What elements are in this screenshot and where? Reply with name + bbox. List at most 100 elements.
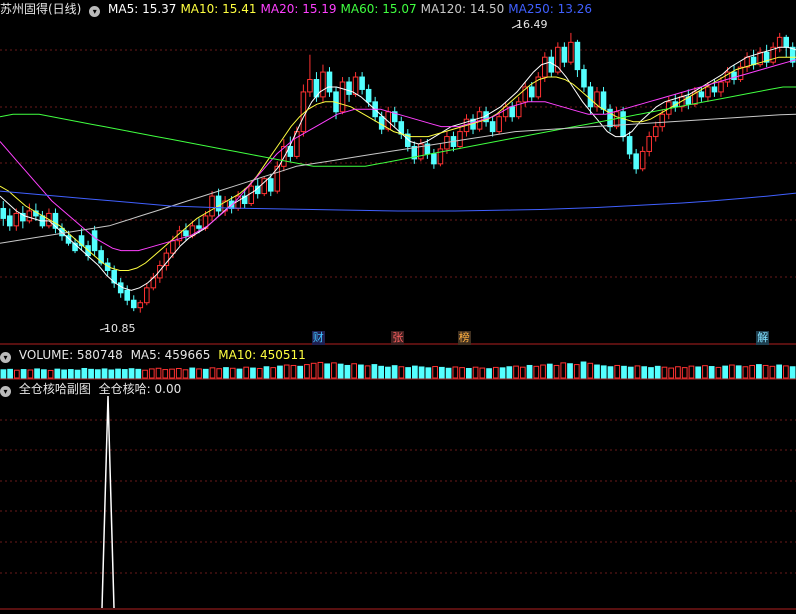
volume-bar [756, 364, 762, 379]
volume-bar [573, 364, 580, 379]
indicator-spike [101, 395, 115, 609]
volume-bar [121, 369, 128, 379]
candle-body [776, 36, 783, 48]
ma-label: MA60: 15.07 [340, 2, 417, 16]
candle-body [124, 289, 131, 301]
volume-bar [412, 365, 418, 379]
volume-bar [371, 364, 378, 379]
indicator-value: 全仓核哈: 0.00 [98, 382, 182, 396]
candle-body [215, 195, 222, 212]
event-marker[interactable]: 张 [391, 331, 405, 345]
volume-bar [297, 365, 304, 379]
volume-bar [600, 365, 607, 379]
volume-bar [256, 367, 263, 379]
ma-line-ma60 [0, 86, 796, 167]
volume-bar [344, 364, 351, 379]
volume-bar [364, 365, 371, 379]
volume-bar [290, 364, 297, 379]
candle-body [633, 153, 639, 170]
ma-label: MA250: 13.26 [508, 2, 592, 16]
volume-bar [148, 368, 155, 379]
volume-bar [513, 365, 519, 379]
candle-body [568, 41, 574, 63]
candle-body [13, 212, 20, 227]
candle-body [659, 113, 666, 128]
candle-body [731, 71, 737, 81]
volume-bar [155, 367, 162, 379]
volume-bar [223, 367, 229, 379]
indicator-settings-icon[interactable]: ▾ [0, 386, 11, 397]
volume-bar [492, 366, 499, 379]
ma-label: MA10: 15.41 [180, 2, 257, 16]
volume-bar [540, 364, 546, 379]
candle-body [600, 91, 607, 110]
ma-line-ma5 [0, 46, 796, 291]
ma-line-ma20 [0, 59, 796, 252]
candle-body [646, 136, 652, 152]
volume-ma10: MA10: 450511 [218, 348, 306, 362]
volume-bar [432, 366, 438, 379]
ma-settings-icon[interactable]: ▾ [89, 6, 101, 17]
volume-bar [378, 365, 384, 379]
volume-bar [101, 368, 108, 379]
ma-list: MA5: 15.37 MA10: 15.41 MA20: 15.19 MA60: 15… [108, 2, 596, 16]
event-marker[interactable]: 榜 [457, 331, 471, 345]
volume-bar [587, 362, 594, 379]
candle-body [267, 178, 274, 192]
volume-bar [425, 367, 432, 379]
volume-bar [81, 367, 88, 379]
candle-body [581, 69, 587, 88]
volume-bar [675, 366, 681, 379]
volume-bar [351, 363, 358, 379]
volume-bar [749, 364, 756, 379]
volume-bar [688, 365, 695, 379]
volume-bar [634, 365, 641, 379]
high-price-label: 16.49 [516, 18, 548, 31]
volume-bar [61, 369, 67, 379]
volume-bar [270, 367, 277, 379]
volume-bar [385, 366, 391, 379]
candle-body [639, 150, 646, 170]
candle-body [457, 131, 463, 147]
volume-bar [695, 366, 702, 379]
volume-bar [162, 369, 169, 379]
volume-bar [243, 366, 250, 379]
volume-bar [607, 366, 614, 379]
ma-line-ma120 [0, 113, 796, 244]
candle-body [496, 116, 502, 133]
volume-bar [54, 368, 61, 379]
candle-body [561, 46, 568, 63]
candle-body [339, 81, 346, 113]
volume-bar [452, 366, 459, 379]
volume-bar [789, 366, 796, 379]
volume-bar [27, 369, 34, 379]
volume-bar [14, 369, 20, 379]
volume-bar [277, 365, 283, 379]
ma-label: MA20: 15.19 [260, 2, 337, 16]
candle-body [183, 230, 189, 237]
candle-body [574, 41, 581, 71]
candle-body [489, 121, 496, 133]
price-header: 苏州固得(日线) ▾ MA5: 15.37 MA10: 15.41 MA20: 15… [0, 0, 600, 18]
volume-bar [729, 364, 735, 379]
candle-body [26, 210, 33, 222]
volume-bar [250, 367, 256, 379]
candle-body [431, 153, 437, 165]
volume-bar [358, 364, 364, 379]
candle-body [626, 136, 633, 155]
volume-bar [34, 368, 40, 379]
event-marker[interactable]: 财 [311, 331, 325, 345]
volume-bar [202, 368, 209, 379]
candle-body [7, 215, 13, 227]
volume-bar [283, 364, 290, 379]
volume-bar [40, 369, 47, 379]
candle-body [542, 56, 548, 78]
event-marker[interactable]: 解 [756, 331, 770, 345]
volume-bar [486, 368, 492, 379]
candle-body [157, 265, 163, 279]
volume-bar [0, 369, 7, 379]
indicator-header: ▾ 全仓核哈副图 全仓核哈: 0.00 [0, 380, 185, 398]
volume-bar [236, 368, 243, 379]
volume-bar [668, 367, 675, 379]
volume-settings-icon[interactable]: ▾ [0, 352, 11, 363]
